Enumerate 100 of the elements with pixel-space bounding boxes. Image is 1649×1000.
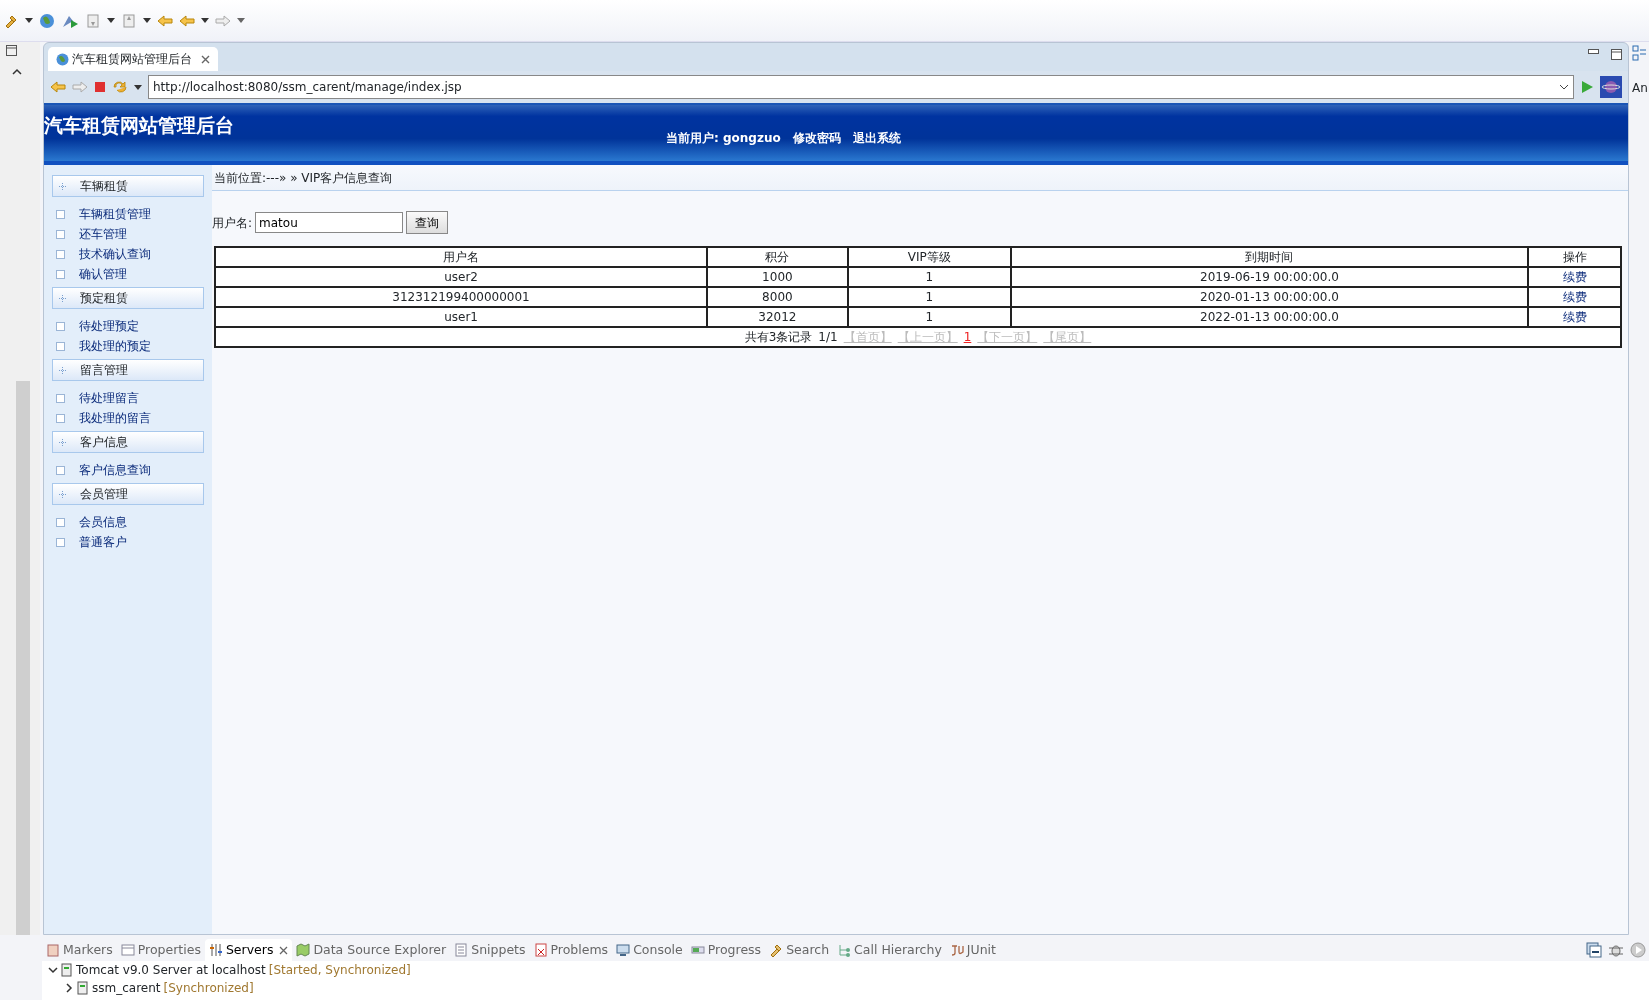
header-link[interactable]: 修改密码 <box>792 129 841 147</box>
renew-link[interactable]: 续费 <box>1562 290 1587 304</box>
server-icon <box>61 963 73 977</box>
table-cell: 1 <box>847 307 1011 327</box>
server-icon <box>77 981 89 995</box>
username-field[interactable]: matou <box>255 212 404 233</box>
table-cell: 312312199400000001 <box>215 287 708 307</box>
dropdown-arrow-icon[interactable] <box>25 18 33 23</box>
dropdown-arrow-icon[interactable] <box>107 18 115 23</box>
menu-item[interactable]: 我处理的留言 <box>44 408 212 428</box>
tree-row[interactable]: Tomcat v9.0 Server at localhost [Started, Synchronized] <box>48 961 1649 979</box>
progress-bar-icon <box>690 943 705 957</box>
go-icon[interactable] <box>1580 80 1594 94</box>
field-label: 用户名: <box>212 214 253 232</box>
panel-tab[interactable]: Console <box>612 939 687 961</box>
menu-item[interactable]: 技术确认查询 <box>44 244 212 264</box>
browser-tab[interactable]: 汽车租赁网站管理后台 <box>48 47 218 71</box>
table-cell: 1 <box>847 267 1011 287</box>
dropdown-arrow-icon[interactable] <box>201 18 209 23</box>
panel-tab[interactable]: Snippets <box>450 939 530 961</box>
scroll-up-icon[interactable] <box>12 68 22 76</box>
table-cell: 1 <box>847 287 1011 307</box>
current-user: 当前用户: gongzuo <box>666 130 781 147</box>
menu-group-header[interactable]: 预定租赁 <box>52 287 204 309</box>
menu-group-header[interactable]: 客户信息 <box>52 431 204 453</box>
globe-icon[interactable] <box>39 12 55 29</box>
dropdown-arrow-icon[interactable] <box>134 84 142 90</box>
panel-tab[interactable]: Servers <box>204 939 293 961</box>
column-header: 操作 <box>1528 247 1621 267</box>
play-icon[interactable] <box>1630 942 1646 958</box>
hierarchy-icon <box>837 943 852 957</box>
current-page[interactable]: 1 <box>963 328 972 346</box>
column-header: 积分 <box>707 247 848 267</box>
menu-item[interactable]: 我处理的预定 <box>44 336 212 356</box>
renew-link[interactable]: 续费 <box>1562 270 1587 284</box>
menu-item[interactable]: 待处理预定 <box>44 316 212 336</box>
map-icon <box>296 943 311 957</box>
table-cell: 32012 <box>707 307 848 327</box>
menu-item[interactable]: 待处理留言 <box>44 388 212 408</box>
back-icon[interactable] <box>179 13 195 28</box>
minimize-icon[interactable] <box>1586 942 1602 958</box>
expand-icon <box>59 182 66 190</box>
last-edit-icon[interactable] <box>157 13 173 28</box>
flashlight-icon <box>769 943 784 957</box>
table-cell: 1000 <box>707 267 848 287</box>
document-icon <box>454 943 469 957</box>
close-icon[interactable] <box>279 945 289 955</box>
panel-tab[interactable]: Markers <box>42 939 117 961</box>
column-header: VIP等级 <box>847 247 1011 267</box>
minimize-icon[interactable] <box>1588 49 1599 55</box>
dropdown-arrow-icon[interactable] <box>143 18 151 23</box>
table-cell: 2019-06-19 00:00:00.0 <box>1010 267 1529 287</box>
panel-tab[interactable]: Data Source Explorer <box>292 939 451 961</box>
menu-item[interactable]: 确认管理 <box>44 264 212 284</box>
globe-icon <box>56 52 69 66</box>
query-button[interactable]: 查询 <box>406 211 449 234</box>
column-header: 用户名 <box>215 247 708 267</box>
table-cell: 2020-01-13 00:00:00.0 <box>1010 287 1529 307</box>
dropdown-arrow-icon[interactable] <box>237 18 245 23</box>
menu-item[interactable]: 还车管理 <box>44 224 212 244</box>
panel-tab[interactable]: Properties <box>116 939 205 961</box>
expand-icon <box>59 438 66 446</box>
tree-row[interactable]: ssm_carent [Synchronized] <box>48 979 1649 997</box>
menu-group-header[interactable]: 会员管理 <box>52 483 204 505</box>
monitor-icon <box>616 943 631 957</box>
panel-tab[interactable]: Search <box>765 939 834 961</box>
panel-tab[interactable]: Progress <box>686 939 766 961</box>
header-link[interactable]: 退出系统 <box>852 129 901 147</box>
maximize-icon[interactable] <box>1611 49 1622 60</box>
sliders-icon <box>208 943 223 957</box>
menu-item[interactable]: 会员信息 <box>44 512 212 532</box>
column-header: 到期时间 <box>1010 247 1529 267</box>
menu-item[interactable]: 客户信息查询 <box>44 460 212 480</box>
page-number: 1/1 <box>818 329 838 346</box>
bug-icon[interactable] <box>1608 942 1624 958</box>
menu-group-header[interactable]: 车辆租赁 <box>52 175 204 197</box>
table-cell: 8000 <box>707 287 848 307</box>
panel-tab[interactable]: Problems <box>529 939 613 961</box>
globe-icon[interactable] <box>1600 76 1622 98</box>
url-field[interactable]: http://localhost:8080/ssm_carent/manage/index.jsp <box>148 75 1574 99</box>
renew-link[interactable]: 续费 <box>1562 310 1587 324</box>
menu-item[interactable]: 普通客户 <box>44 532 212 552</box>
junit-icon <box>949 943 964 957</box>
table-cell: user1 <box>215 307 708 327</box>
table-cell: 2022-01-13 00:00:00.0 <box>1010 307 1529 327</box>
expand-icon <box>59 490 66 498</box>
view-label[interactable]: An <box>1632 79 1648 97</box>
menu-item[interactable]: 车辆租赁管理 <box>44 204 212 224</box>
error-document-icon <box>533 943 548 957</box>
markers-icon <box>46 943 60 957</box>
minimize-icon[interactable] <box>6 45 17 56</box>
table-cell: user2 <box>215 267 708 287</box>
outline-icon[interactable] <box>1632 45 1646 61</box>
panel-tab[interactable]: JUnit <box>945 939 1000 961</box>
stop-icon[interactable] <box>94 81 106 93</box>
record-count: 共有3条记录 <box>744 329 813 346</box>
scrollbar-thumb[interactable] <box>16 381 30 935</box>
panel-tab[interactable]: Call Hierarchy <box>833 939 946 961</box>
close-icon[interactable] <box>201 54 210 64</box>
menu-group-header[interactable]: 留言管理 <box>52 359 204 381</box>
